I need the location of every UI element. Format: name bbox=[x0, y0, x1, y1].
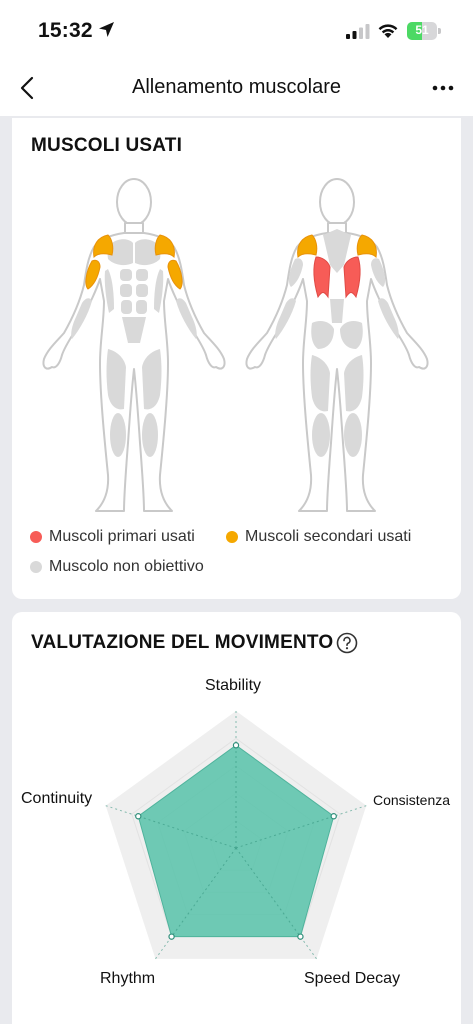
radar-point-rhythm bbox=[168, 933, 175, 940]
radar-label-rhythm: Rhythm bbox=[100, 970, 156, 987]
movement-card-title: VALUTAZIONE DEL MOVIMENTO bbox=[31, 632, 334, 653]
radar-label-speed-decay: Speed Decay bbox=[304, 970, 401, 987]
legend-primary-dot bbox=[30, 531, 42, 543]
front-body-figure bbox=[42, 178, 226, 512]
legend-primary: Muscoli primari usati bbox=[30, 528, 195, 546]
legend-secondary-label: Muscoli secondari usati bbox=[245, 528, 412, 545]
back-body-figure bbox=[245, 178, 429, 512]
radar-chart: Stability Consistenza Speed Decay Rhythm… bbox=[12, 667, 461, 1024]
radar-point-speed-decay bbox=[297, 933, 304, 940]
muscles-card-title: MUSCOLI USATI bbox=[31, 135, 183, 156]
legend-secondary-dot bbox=[226, 531, 238, 543]
wifi-icon bbox=[378, 24, 398, 38]
radar-label-consistenza: Consistenza bbox=[373, 792, 451, 808]
legend-non-target-label: Muscolo non obiettivo bbox=[49, 558, 204, 575]
legend-secondary: Muscoli secondari usati bbox=[226, 528, 411, 546]
radar-point-continuity bbox=[135, 813, 142, 820]
nav-bar: Allenamento muscolare bbox=[0, 62, 473, 116]
status-time: 15:32 bbox=[38, 19, 93, 42]
legend-non-target-dot bbox=[30, 561, 42, 573]
radar-point-consistenza bbox=[330, 813, 337, 820]
body-figures bbox=[42, 178, 429, 512]
movement-evaluation-card: VALUTAZIONE DEL MOVIMENTO Stability Cons… bbox=[12, 612, 461, 1024]
status-bar: 15:32 51 bbox=[0, 0, 473, 62]
more-options-icon[interactable] bbox=[428, 76, 458, 100]
question-circle-icon[interactable] bbox=[336, 632, 358, 654]
legend-primary-label: Muscoli primari usati bbox=[49, 528, 195, 545]
location-arrow-icon bbox=[99, 22, 114, 37]
legend-non-target: Muscolo non obiettivo bbox=[30, 558, 204, 576]
battery-indicator: 51 bbox=[407, 22, 441, 40]
muscles-used-card: MUSCOLI USATI Muscoli primari usati Musc… bbox=[12, 118, 461, 599]
radar-point-stability bbox=[232, 742, 240, 749]
radar-label-continuity: Continuity bbox=[21, 790, 93, 807]
page-title: Allenamento muscolare bbox=[132, 76, 341, 98]
battery-level: 51 bbox=[415, 23, 429, 37]
radar-label-stability: Stability bbox=[205, 677, 262, 694]
cellular-signal-icon bbox=[346, 24, 370, 39]
